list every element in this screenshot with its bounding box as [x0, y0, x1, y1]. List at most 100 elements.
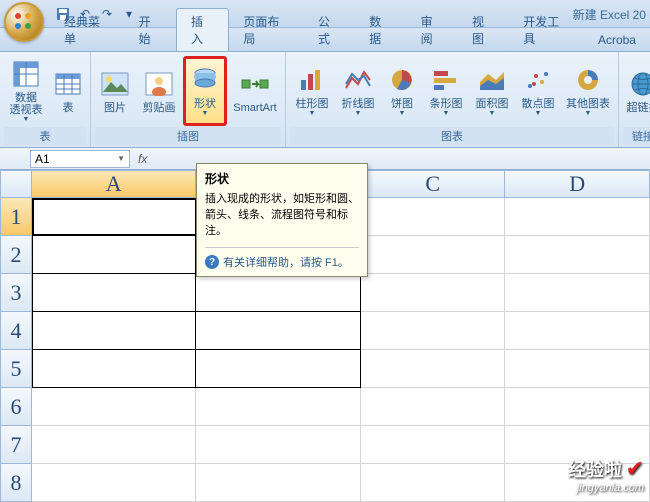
- tab-classic-menu[interactable]: 经典菜单: [50, 9, 125, 51]
- scatter-chart-button[interactable]: 散点图 ▼: [516, 56, 560, 126]
- cell[interactable]: [32, 426, 197, 464]
- table-button[interactable]: 表: [50, 56, 86, 126]
- row-header-7[interactable]: 7: [0, 426, 32, 464]
- tooltip-description: 插入现成的形状，如矩形和圆、箭头、线条、流程图符号和标注。: [205, 191, 359, 239]
- shapes-button[interactable]: 形状 ▼: [183, 56, 227, 126]
- cell[interactable]: [196, 312, 360, 350]
- cell[interactable]: [505, 388, 650, 426]
- cell[interactable]: [32, 350, 197, 388]
- tab-review[interactable]: 审阅: [407, 9, 458, 51]
- cell[interactable]: [196, 426, 361, 464]
- bar-chart-icon: [430, 64, 462, 96]
- group-label-links: 链接: [623, 127, 650, 145]
- row-header-3[interactable]: 3: [0, 274, 32, 312]
- cell[interactable]: [32, 198, 197, 236]
- pie-chart-button[interactable]: 饼图 ▼: [382, 56, 422, 126]
- cell[interactable]: [32, 464, 197, 502]
- group-label-illustrations: 插图: [95, 127, 281, 145]
- col-header-d[interactable]: D: [505, 170, 650, 198]
- chevron-down-icon: ▼: [23, 116, 30, 123]
- cell[interactable]: [361, 312, 506, 350]
- cell[interactable]: [361, 198, 506, 236]
- clipart-icon: [143, 68, 175, 100]
- bar-chart-button[interactable]: 条形图 ▼: [424, 56, 468, 126]
- chevron-down-icon: ▼: [585, 110, 592, 117]
- cell[interactable]: [361, 274, 506, 312]
- chevron-down-icon: ▼: [399, 110, 406, 117]
- watermark: 经验啦 ✔ jingyanla.com: [568, 456, 644, 494]
- cell[interactable]: [32, 236, 197, 274]
- chevron-down-icon: ▼: [443, 110, 450, 117]
- group-tables: 数据 透视表 ▼ 表 表: [0, 52, 91, 147]
- chevron-down-icon: ▼: [309, 110, 316, 117]
- chevron-down-icon: ▼: [489, 110, 496, 117]
- smartart-icon: [239, 68, 271, 100]
- col-header-a[interactable]: A: [32, 170, 197, 198]
- picture-button[interactable]: 图片: [95, 56, 135, 126]
- cell[interactable]: [361, 350, 506, 388]
- column-chart-button[interactable]: 柱形图 ▼: [290, 56, 334, 126]
- tab-view[interactable]: 视图: [458, 9, 509, 51]
- cell[interactable]: [32, 312, 197, 350]
- smartart-button[interactable]: SmartArt: [229, 56, 281, 126]
- other-charts-button[interactable]: 其他图表 ▼: [562, 56, 614, 126]
- picture-icon: [99, 68, 131, 100]
- tooltip-help: ? 有关详细帮助，请按 F1。: [205, 247, 359, 270]
- cell[interactable]: [196, 274, 360, 312]
- cell[interactable]: [196, 350, 360, 388]
- pie-chart-icon: [386, 64, 418, 96]
- group-links: 超链接 链接: [619, 52, 650, 147]
- tab-data[interactable]: 数据: [355, 9, 406, 51]
- chevron-down-icon: ▼: [117, 154, 125, 163]
- ribbon-tabs: 经典菜单 开始 插入 页面布局 公式 数据 审阅 视图 开发工具 Acroba: [0, 28, 650, 52]
- cell[interactable]: [361, 388, 506, 426]
- name-box[interactable]: A1 ▼: [30, 150, 130, 168]
- tab-acrobat[interactable]: Acroba: [584, 29, 650, 51]
- cell[interactable]: [505, 274, 650, 312]
- office-button[interactable]: [4, 2, 44, 42]
- help-icon: ?: [205, 255, 219, 269]
- cell[interactable]: [32, 274, 197, 312]
- chevron-down-icon: ▼: [535, 110, 542, 117]
- select-all-corner[interactable]: [0, 170, 32, 198]
- row-header-2[interactable]: 2: [0, 236, 32, 274]
- cell[interactable]: [32, 388, 197, 426]
- doughnut-chart-icon: [572, 64, 604, 96]
- cell[interactable]: [505, 312, 650, 350]
- tooltip-title: 形状: [205, 170, 359, 187]
- cell[interactable]: [505, 350, 650, 388]
- cell[interactable]: [196, 464, 361, 502]
- tab-insert[interactable]: 插入: [176, 8, 229, 51]
- row-header-5[interactable]: 5: [0, 350, 32, 388]
- cell[interactable]: [196, 388, 361, 426]
- fx-icon[interactable]: fx: [138, 152, 147, 166]
- ribbon: 数据 透视表 ▼ 表 表 图片 剪贴画 形状 ▼: [0, 52, 650, 148]
- row-header-1[interactable]: 1: [0, 198, 32, 236]
- tab-formulas[interactable]: 公式: [304, 9, 355, 51]
- row-header-8[interactable]: 8: [0, 464, 32, 502]
- group-label-charts: 图表: [290, 127, 614, 145]
- clipart-button[interactable]: 剪贴画: [137, 56, 181, 126]
- row-header-6[interactable]: 6: [0, 388, 32, 426]
- shapes-tooltip: 形状 插入现成的形状，如矩形和圆、箭头、线条、流程图符号和标注。 ? 有关详细帮…: [196, 163, 368, 277]
- tab-page-layout[interactable]: 页面布局: [229, 9, 304, 51]
- cell[interactable]: [361, 236, 506, 274]
- check-icon: ✔: [626, 456, 644, 481]
- hyperlink-button[interactable]: 超链接: [623, 56, 650, 126]
- chevron-down-icon: ▼: [202, 110, 209, 117]
- pivot-table-button[interactable]: 数据 透视表 ▼: [4, 56, 48, 126]
- row-header-4[interactable]: 4: [0, 312, 32, 350]
- group-illustrations: 图片 剪贴画 形状 ▼ SmartArt 插图: [91, 52, 286, 147]
- area-chart-button[interactable]: 面积图 ▼: [470, 56, 514, 126]
- line-chart-icon: [342, 64, 374, 96]
- col-header-c[interactable]: C: [361, 170, 506, 198]
- cell[interactable]: [505, 236, 650, 274]
- cell[interactable]: [361, 464, 506, 502]
- globe-icon: [627, 68, 650, 100]
- cell[interactable]: [361, 426, 506, 464]
- pivot-table-icon: [10, 59, 42, 90]
- tab-home[interactable]: 开始: [125, 9, 176, 51]
- line-chart-button[interactable]: 折线图 ▼: [336, 56, 380, 126]
- group-label-tables: 表: [4, 127, 86, 145]
- cell[interactable]: [505, 198, 650, 236]
